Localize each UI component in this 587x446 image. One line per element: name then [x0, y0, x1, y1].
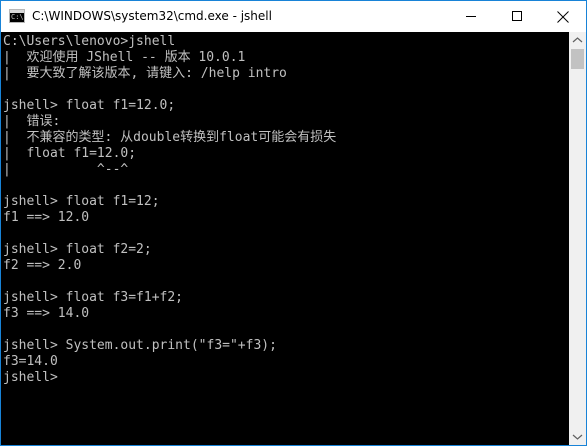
cmd-icon-glyph: C:\: [11, 13, 24, 21]
console-line: jshell> float f3=f1+f2;: [3, 290, 184, 305]
console-line: | 错误:: [3, 114, 61, 129]
console-output[interactable]: C:\Users\lenovo>jshell | 欢迎使用 JShell -- 版…: [1, 32, 569, 445]
console-line: f2 ==> 2.0: [3, 258, 82, 273]
scroll-down-arrow-icon[interactable]: [569, 428, 586, 445]
console-line: f3 ==> 14.0: [3, 306, 90, 321]
console-line: | 要大致了解该版本, 请键入: /help intro: [3, 66, 287, 81]
console-line: | float f1=12.0;: [3, 146, 137, 161]
cmd-app-icon[interactable]: C:\: [9, 9, 25, 23]
close-button[interactable]: [540, 1, 586, 32]
console-line: jshell> float f2=2;: [3, 242, 152, 257]
console-line: | 不兼容的类型: 从double转换到float可能会有损失: [3, 130, 337, 145]
console-line: jshell> float f1=12;: [3, 194, 160, 209]
maximize-icon: [512, 11, 522, 21]
cmd-window: C:\ C:\WINDOWS\system32\cmd.exe - jshell…: [0, 0, 587, 446]
console-line: jshell>: [3, 370, 58, 385]
window-title: C:\WINDOWS\system32\cmd.exe - jshell: [32, 9, 272, 23]
console-line: jshell> System.out.print("f3="+f3);: [3, 338, 277, 353]
title-bar[interactable]: C:\ C:\WINDOWS\system32\cmd.exe - jshell: [1, 1, 586, 32]
close-icon: [557, 11, 569, 23]
maximize-button[interactable]: [494, 1, 540, 32]
vertical-scrollbar[interactable]: [569, 32, 586, 445]
minimize-button[interactable]: [448, 1, 494, 32]
console-line: | ^--^: [3, 162, 129, 177]
scroll-up-arrow-icon[interactable]: [569, 32, 586, 49]
console-line: f3=14.0: [3, 354, 58, 369]
console-line: jshell> float f1=12.0;: [3, 98, 176, 113]
console-line: C:\Users\lenovo>jshell: [3, 34, 176, 49]
minimize-icon: [466, 16, 476, 17]
scrollbar-thumb[interactable]: [571, 49, 584, 69]
console-line: f1 ==> 12.0: [3, 210, 90, 225]
console-line: | 欢迎使用 JShell -- 版本 10.0.1: [3, 50, 246, 65]
console-text: C:\Users\lenovo>jshell | 欢迎使用 JShell -- 版…: [3, 34, 336, 386]
